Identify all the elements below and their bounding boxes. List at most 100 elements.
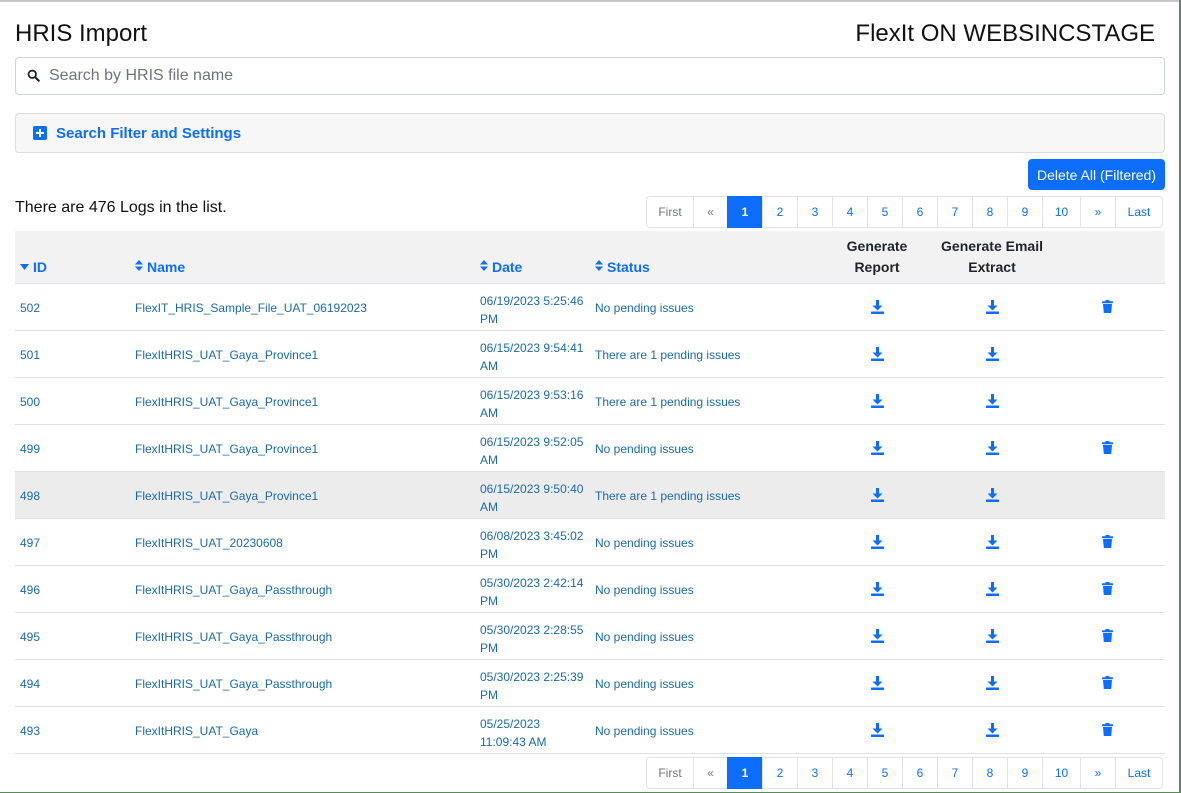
download-icon[interactable] [871,629,884,643]
row-id[interactable]: 497 [20,536,40,550]
row-id[interactable]: 495 [20,630,40,644]
page-number[interactable]: 3 [797,757,833,789]
download-icon[interactable] [986,535,999,549]
download-icon[interactable] [871,300,884,314]
trash-icon[interactable] [1102,535,1113,549]
download-icon[interactable] [871,582,884,596]
page-first[interactable]: First [646,196,694,228]
trash-icon[interactable] [1102,676,1113,690]
trash-icon[interactable] [1102,723,1113,737]
row-date-line1: 06/15/2023 9:52:05 [480,435,584,449]
row-name[interactable]: FlexItHRIS_UAT_Gaya_Province1 [135,395,318,409]
page-last[interactable]: Last [1115,196,1163,228]
column-header-name[interactable]: Name [135,259,185,275]
row-id[interactable]: 499 [20,442,40,456]
search-icon [27,69,41,83]
page-number[interactable]: 6 [902,757,938,789]
download-icon[interactable] [871,676,884,690]
row-id[interactable]: 501 [20,348,40,362]
delete-all-filtered-button[interactable]: Delete All (Filtered) [1028,159,1165,190]
page-number[interactable]: 8 [972,196,1008,228]
page-number[interactable]: 4 [832,196,868,228]
download-icon[interactable] [986,629,999,643]
row-date-line1: 05/25/2023 [480,717,541,731]
row-name[interactable]: FlexItHRIS_UAT_Gaya_Province1 [135,489,318,503]
download-icon[interactable] [986,723,999,737]
row-name[interactable]: FlexItHRIS_UAT_Gaya [135,724,258,738]
download-icon[interactable] [871,488,884,502]
column-header-generate-report-line1: Generate [846,238,908,254]
page-number[interactable]: 5 [867,196,903,228]
row-name[interactable]: FlexItHRIS_UAT_Gaya_Passthrough [135,583,332,597]
page-number[interactable]: 7 [937,757,973,789]
download-icon[interactable] [986,347,999,361]
page-number[interactable]: 2 [762,757,798,789]
row-id[interactable]: 502 [20,301,40,315]
download-icon[interactable] [986,676,999,690]
row-id[interactable]: 494 [20,677,40,691]
search-input[interactable] [49,67,1164,85]
download-icon[interactable] [871,723,884,737]
row-date-line2: AM [480,453,498,467]
page-number[interactable]: 7 [937,196,973,228]
column-header-generate-email-line2: Extract [968,259,1016,275]
row-date: 06/15/2023 9:53:16 AM [480,386,592,422]
page-number[interactable]: 1 [727,757,763,789]
column-header-generate-report-line2: Report [854,259,900,275]
row-date: 05/25/2023 11:09:43 AM [480,715,592,751]
row-id[interactable]: 500 [20,395,40,409]
page-number[interactable]: 10 [1042,757,1081,789]
page-number[interactable]: 3 [797,196,833,228]
trash-icon[interactable] [1102,629,1113,643]
row-name[interactable]: FlexItHRIS_UAT_Gaya_Passthrough [135,630,332,644]
log-count-text: There are 476 Logs in the list. [15,199,227,216]
table-row: 499 FlexItHRIS_UAT_Gaya_Province1 06/15/20… [15,425,1165,472]
row-status: No pending issues [595,724,694,738]
page-next[interactable]: » [1080,196,1116,228]
page-next[interactable]: » [1080,757,1116,789]
page-number[interactable]: 9 [1007,196,1043,228]
row-date-line2: PM [480,312,498,326]
page-prev[interactable]: « [693,196,728,228]
download-icon[interactable] [986,441,999,455]
page-number[interactable]: 4 [832,757,868,789]
trash-icon[interactable] [1102,300,1113,314]
page-last[interactable]: Last [1115,757,1163,789]
row-status: There are 1 pending issues [595,489,741,503]
row-name[interactable]: FlexItHRIS_UAT_Gaya_Province1 [135,348,318,362]
column-header-date[interactable]: Date [480,259,522,275]
search-box[interactable] [15,57,1165,95]
row-name[interactable]: FlexItHRIS_UAT_Gaya_Province1 [135,442,318,456]
row-date-line1: 06/15/2023 9:50:40 [480,482,584,496]
page-prev[interactable]: « [693,757,728,789]
download-icon[interactable] [986,394,999,408]
download-icon[interactable] [986,488,999,502]
download-icon[interactable] [986,300,999,314]
download-icon[interactable] [871,347,884,361]
page-first[interactable]: First [646,757,694,789]
download-icon[interactable] [871,535,884,549]
download-icon[interactable] [871,394,884,408]
row-id[interactable]: 493 [20,724,40,738]
download-icon[interactable] [871,441,884,455]
page-number[interactable]: 1 [727,196,763,228]
row-name[interactable]: FlexIT_HRIS_Sample_File_UAT_06192023 [135,301,367,315]
trash-icon[interactable] [1102,441,1113,455]
row-id[interactable]: 496 [20,583,40,597]
table-row: 498 FlexItHRIS_UAT_Gaya_Province1 06/15/20… [15,472,1165,519]
trash-icon[interactable] [1102,582,1113,596]
page-number[interactable]: 10 [1042,196,1081,228]
page-number[interactable]: 2 [762,196,798,228]
download-icon[interactable] [986,582,999,596]
column-header-id[interactable]: ID [20,259,47,275]
page-number[interactable]: 6 [902,196,938,228]
sort-icon [480,260,488,274]
search-filter-toggle[interactable]: Search Filter and Settings [15,113,1165,153]
page-number[interactable]: 8 [972,757,1008,789]
column-header-status[interactable]: Status [595,259,650,275]
page-number[interactable]: 5 [867,757,903,789]
row-id[interactable]: 498 [20,489,40,503]
row-name[interactable]: FlexItHRIS_UAT_Gaya_Passthrough [135,677,332,691]
page-number[interactable]: 9 [1007,757,1043,789]
row-name[interactable]: FlexItHRIS_UAT_20230608 [135,536,283,550]
